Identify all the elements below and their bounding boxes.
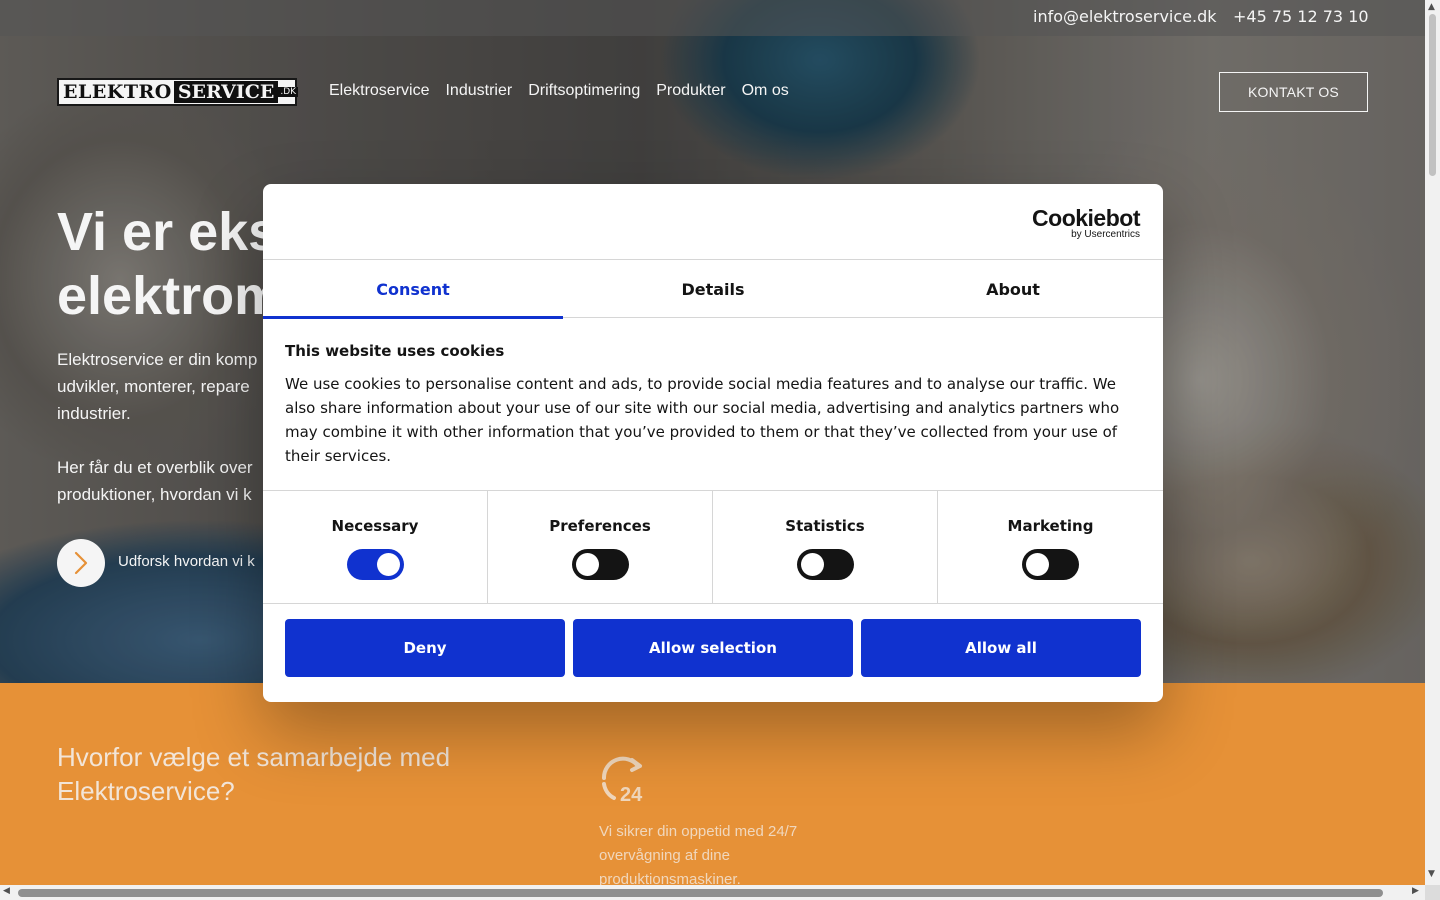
cookie-action-buttons: Deny Allow selection Allow all (285, 619, 1141, 677)
allow-selection-button[interactable]: Allow selection (573, 619, 853, 677)
toggle-knob (376, 553, 400, 576)
cookie-heading: This website uses cookies (285, 342, 505, 360)
toggle-label-necessary: Necessary (331, 517, 419, 535)
cookie-dialog-body: This website uses cookies We use cookies… (285, 342, 1141, 468)
toggle-cell-preferences: Preferences (488, 491, 713, 603)
cookie-tabs: Consent Details About (263, 260, 1163, 319)
horizontal-scrollbar-thumb[interactable] (18, 889, 1383, 897)
cookie-dialog-header: Cookiebot by Usercentrics (263, 184, 1163, 260)
tab-details[interactable]: Details (563, 260, 863, 318)
tab-about[interactable]: About (863, 260, 1163, 318)
cookie-consent-dialog: Cookiebot by Usercentrics Consent Detail… (263, 184, 1163, 702)
vertical-scrollbar[interactable]: ▲ ▼ (1425, 0, 1440, 900)
vertical-scrollbar-thumb[interactable] (1429, 14, 1436, 176)
cookie-category-toggles: Necessary Preferences Statistics Marketi… (263, 490, 1163, 604)
marketing-toggle[interactable] (1022, 549, 1079, 580)
toggle-label-marketing: Marketing (1007, 517, 1094, 535)
scroll-right-arrow-icon[interactable]: ▶ (1412, 886, 1419, 896)
deny-button[interactable]: Deny (285, 619, 565, 677)
cookiebot-logo-main: Cookiebot (1032, 205, 1140, 231)
toggle-cell-statistics: Statistics (713, 491, 938, 603)
cookiebot-logo-sub: by Usercentrics (1071, 229, 1140, 240)
allow-all-button[interactable]: Allow all (861, 619, 1141, 677)
toggle-knob (800, 553, 824, 576)
toggle-cell-marketing: Marketing (938, 491, 1163, 603)
toggle-knob (1026, 553, 1049, 576)
scrollbar-corner (1425, 885, 1440, 900)
toggle-label-statistics: Statistics (785, 517, 865, 535)
statistics-toggle[interactable] (796, 549, 854, 580)
necessary-toggle[interactable] (346, 549, 404, 580)
toggle-knob (575, 553, 599, 576)
scroll-down-arrow-icon[interactable]: ▼ (1428, 869, 1435, 879)
scroll-up-arrow-icon[interactable]: ▲ (1428, 2, 1435, 12)
cookiebot-logo[interactable]: Cookiebot by Usercentrics (1032, 206, 1140, 240)
preferences-toggle[interactable] (571, 549, 629, 580)
toggle-label-preferences: Preferences (549, 517, 651, 535)
tab-consent[interactable]: Consent (263, 260, 563, 319)
toggle-cell-necessary: Necessary (263, 491, 488, 603)
page-viewport: info@elektroservice.dk +45 75 12 73 10 E… (0, 0, 1425, 885)
cookie-description: We use cookies to personalise content an… (285, 375, 1120, 465)
horizontal-scrollbar[interactable]: ◀ ▶ (0, 885, 1425, 900)
scroll-left-arrow-icon[interactable]: ◀ (3, 886, 10, 896)
